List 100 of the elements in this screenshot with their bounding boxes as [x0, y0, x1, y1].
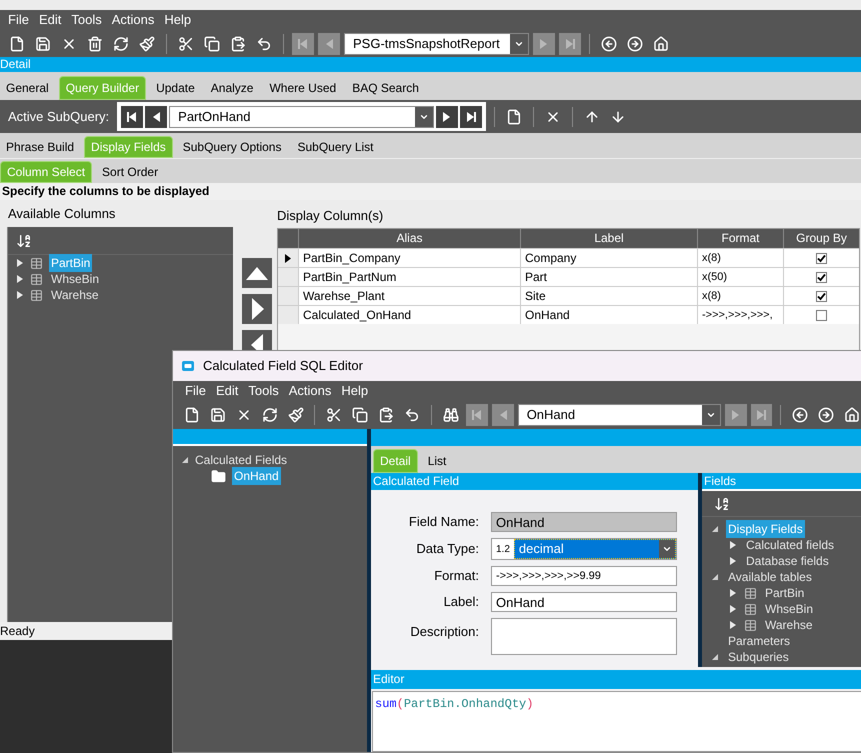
first-record-button[interactable]: [466, 404, 488, 426]
row-header-cell[interactable]: [278, 306, 298, 324]
tree-item[interactable]: Available tables: [726, 568, 814, 586]
tab[interactable]: General: [0, 76, 55, 100]
record-combo[interactable]: OnHand: [518, 404, 721, 426]
expand-arrow-icon[interactable]: [181, 455, 189, 465]
table-cell: x(8): [697, 249, 783, 267]
label-input[interactable]: OnHand: [491, 592, 677, 612]
dropdown-button[interactable]: [702, 405, 720, 425]
section-header: Calculated Field: [371, 473, 698, 490]
section-label: Available Columns: [7, 205, 116, 223]
code-editor[interactable]: sum(PartBin.OnhandQty): [372, 691, 861, 752]
description-input[interactable]: [491, 618, 677, 655]
subquery-label: Active SubQuery:: [8, 108, 110, 126]
tab[interactable]: List: [422, 449, 452, 473]
table-cell: ->>>,>>>,>>>,: [697, 306, 783, 324]
subquery-combo[interactable]: PartOnHand: [169, 106, 434, 128]
tree-item[interactable]: Calculated fields: [744, 536, 836, 554]
table-cell: PartBin_Company: [298, 249, 520, 267]
table-icon: [744, 602, 757, 616]
first-subquery-button[interactable]: [121, 106, 144, 128]
tab[interactable]: SubQuery List: [291, 136, 380, 158]
first-record-button[interactable]: [292, 32, 314, 54]
tree-item[interactable]: WhseBin: [763, 600, 816, 618]
row-header-cell[interactable]: [278, 249, 298, 267]
tab[interactable]: Sort Order: [96, 161, 164, 183]
skip-back-icon: [470, 408, 484, 422]
menu-item[interactable]: Help: [341, 381, 368, 401]
type-label: 1.2: [495, 542, 511, 556]
table-icon: [744, 586, 757, 600]
tree-item[interactable]: PartBin: [763, 584, 806, 602]
menu-item[interactable]: Edit: [38, 10, 62, 30]
triangle-icon: [250, 334, 262, 350]
checkbox[interactable]: [816, 290, 827, 302]
column-header[interactable]: Label: [520, 229, 697, 248]
record-combo[interactable]: PSG-tmsSnapshotReport: [344, 32, 529, 54]
skip-back-icon: [296, 36, 310, 50]
tab[interactable]: Analyze: [204, 76, 260, 100]
tree-item[interactable]: WhseBin: [49, 270, 102, 288]
tree-item[interactable]: Warehse: [49, 286, 101, 304]
tab[interactable]: Where Used: [263, 76, 342, 100]
data-type-combo[interactable]: decimal: [514, 539, 676, 559]
checkbox[interactable]: [816, 272, 827, 282]
last-record-button[interactable]: [559, 32, 581, 54]
previous-record-button[interactable]: [492, 404, 514, 426]
table-icon: [30, 272, 43, 286]
next-record-button[interactable]: [533, 32, 555, 54]
last-subquery-button[interactable]: [460, 106, 482, 128]
column-header[interactable]: Format: [697, 229, 783, 248]
previous-record-button[interactable]: [318, 32, 340, 54]
tree-item[interactable]: Parameters: [726, 632, 792, 650]
row-header-cell[interactable]: [278, 268, 298, 286]
move-column-button[interactable]: [242, 330, 272, 350]
dropdown-button[interactable]: [510, 34, 528, 54]
previous-subquery-button[interactable]: [145, 106, 168, 128]
menu-item[interactable]: Help: [164, 10, 192, 30]
dropdown-button[interactable]: [415, 106, 434, 126]
table-cell: x(50): [697, 268, 783, 286]
window-title: Calculated Field SQL Editor: [203, 357, 363, 376]
table-cell: Part: [520, 268, 697, 286]
tree-item[interactable]: Warehse: [763, 616, 815, 634]
table-cell: x(8): [697, 287, 783, 305]
tab[interactable]: Phrase Build: [0, 136, 80, 158]
section-header: Editor: [371, 670, 861, 689]
next-record-button[interactable]: [724, 404, 747, 426]
skip-forward-icon: [754, 408, 768, 422]
row-header-cell[interactable]: [278, 287, 298, 305]
checkbox[interactable]: [816, 310, 827, 320]
menu-item[interactable]: File: [8, 10, 29, 30]
table-cell: Company: [520, 249, 697, 267]
table-cell: Warehse_Plant: [298, 287, 520, 305]
format-input[interactable]: ->>>,>>>,>>>,>>9.99: [491, 566, 677, 586]
column-header[interactable]: Alias: [298, 229, 520, 248]
menu-item[interactable]: Actions: [112, 10, 154, 30]
table-cell: Calculated_OnHand: [298, 306, 520, 324]
move-column-button[interactable]: [242, 258, 272, 288]
sort-icon[interactable]: [16, 232, 32, 248]
status-bar: Ready: [0, 622, 172, 640]
move-column-button[interactable]: [242, 294, 272, 324]
panel-title: Detail: [0, 57, 861, 72]
column-header[interactable]: Group By: [783, 229, 859, 248]
menu-item[interactable]: Actions: [288, 381, 332, 401]
data-type-field[interactable]: 1.2 decimal: [491, 538, 677, 560]
next-subquery-button[interactable]: [436, 106, 458, 128]
table-cell: OnHand: [520, 306, 697, 324]
menu-item[interactable]: Tools: [71, 10, 102, 30]
tree-item[interactable]: Calculated Fields: [195, 451, 288, 469]
dropdown-button[interactable]: [659, 540, 675, 558]
last-record-button[interactable]: [750, 404, 772, 426]
expand-arrow-icon[interactable]: [711, 652, 719, 662]
tab[interactable]: SubQuery Options: [176, 136, 288, 158]
tree-item[interactable]: Subqueries: [726, 648, 791, 665]
menu-item[interactable]: Edit: [216, 381, 238, 401]
checkbox[interactable]: [816, 252, 827, 264]
tab[interactable]: Update: [150, 76, 201, 100]
menu-item[interactable]: Tools: [248, 381, 279, 401]
tab[interactable]: BAQ Search: [346, 76, 425, 100]
tree-item[interactable]: Database fields: [744, 552, 831, 570]
menu-item[interactable]: File: [185, 381, 206, 401]
sort-icon[interactable]: [714, 496, 730, 512]
